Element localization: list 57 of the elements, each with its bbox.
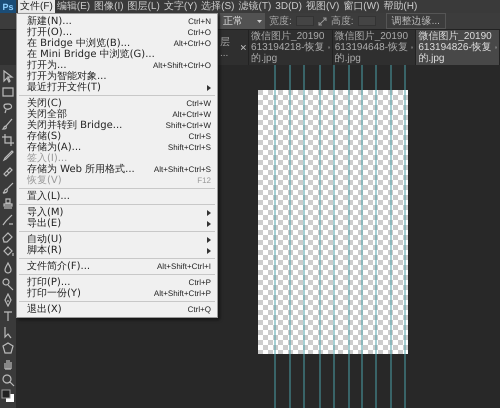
menu-item[interactable]: 窗口(W) [341,0,382,13]
menu-item[interactable]: 滤镜(T) [236,0,274,13]
menu-option[interactable]: 导入(M) [17,207,217,218]
document-tab[interactable]: 微信图片_20190613194218-恢复的.jpg [249,30,333,65]
menu-option[interactable]: 打开为智能对象... [17,71,217,82]
move-icon[interactable] [1,69,15,83]
menu-item[interactable]: 编辑(E) [54,0,92,13]
menu-option[interactable]: 自动(U) [17,234,217,245]
menu-option[interactable]: 脚本(R) [17,245,217,256]
menu-option[interactable]: 打开为... Alt+Shift+Ctrl+O [17,60,217,71]
menu-item[interactable]: 文件(F) [18,0,55,13]
menu-option[interactable]: 打开(O)... Ctrl+O [17,27,217,38]
menu-option[interactable]: 文件简介(F)... Alt+Shift+Ctrl+I [17,261,217,272]
eyedropper-icon[interactable] [1,149,15,163]
menu-option[interactable]: 在 Mini Bridge 中浏览(G)... [17,49,217,60]
shape-icon[interactable] [1,341,15,355]
menu-option[interactable]: 打印一份(Y) Alt+Shift+Ctrl+P [17,288,217,299]
brush-icon[interactable] [1,117,15,131]
menu-option[interactable]: 新建(N)... Ctrl+N [17,16,217,27]
stamp-icon[interactable] [1,197,15,211]
menu-option[interactable]: 打印(P)... Ctrl+P [17,277,217,288]
style-dropdown[interactable]: 正常 [220,13,265,29]
menu-item[interactable]: 3D(D) [273,0,304,13]
document-tab[interactable]: 微信图片_20190613194826-恢复的.jpg [416,30,500,65]
menu-option[interactable]: 关闭全部 Alt+Ctrl+W [17,109,217,120]
menu-option[interactable]: 存储为(A)... Shift+Ctrl+S [17,142,217,153]
bandage-icon[interactable] [1,165,15,179]
type-icon[interactable] [1,309,15,323]
menu-option[interactable]: 最近打开文件(T) [17,82,217,93]
menu-item[interactable]: 视图(V) [304,0,342,13]
zoom-icon[interactable] [1,373,15,387]
menu-option[interactable]: 关闭并转到 Bridge... Shift+Ctrl+W [17,120,217,131]
menu-option[interactable]: 存储(S) Ctrl+S [17,131,217,142]
refine-edge-button[interactable]: 调整边缘... [386,13,446,29]
menu-item[interactable]: 文字(Y) [162,0,200,13]
menu-item[interactable]: 图像(I) [92,0,126,13]
menu-item[interactable]: 图层(L) [126,0,162,13]
crop-icon[interactable] [1,133,15,147]
lasso-icon[interactable] [1,101,15,115]
menu-option[interactable]: 关闭(C) Ctrl+W [17,98,217,109]
field-label: 高度: [330,14,354,28]
menu-option[interactable]: 存储为 Web 所用格式... Alt+Shift+Ctrl+S [17,164,217,175]
menu-option[interactable]: 置入(L)... [17,191,217,202]
close-icon[interactable] [241,45,246,50]
menu-item[interactable]: 选择(S) [199,0,236,13]
caret-icon [257,18,262,24]
menu-option[interactable]: 在 Bridge 中浏览(B)... Alt+Ctrl+O [17,38,217,49]
marquee-icon[interactable] [1,85,15,99]
brush-icon[interactable] [1,181,15,195]
swap-icon[interactable] [318,16,327,26]
menu-item[interactable]: 帮助(H) [381,0,420,13]
menu-option[interactable]: 导出(E) [17,218,217,229]
color-swatches-icon[interactable] [1,389,15,403]
app-logo[interactable]: Ps [0,0,16,13]
menu-option[interactable]: 退出(X) Ctrl+Q [17,304,217,315]
magnifier-tool-icon[interactable] [1,277,15,291]
field-label: 宽度: [269,14,292,28]
